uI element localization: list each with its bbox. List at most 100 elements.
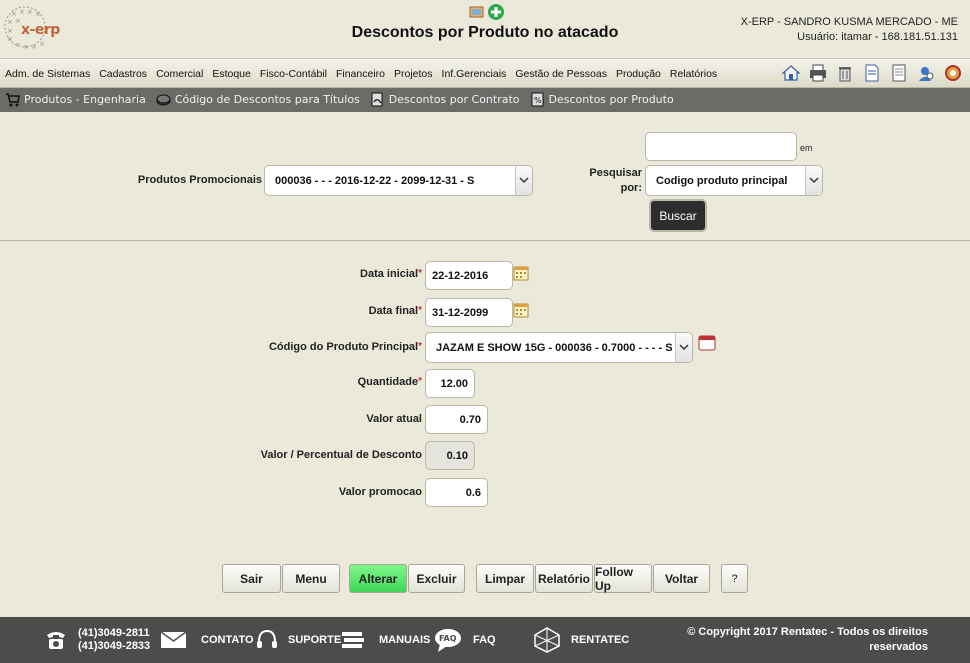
codigo-produto-value: JAZAM E SHOW 15G - 000036 - 0.7000 - - -… (436, 341, 673, 354)
contato-label: CONTATO (201, 634, 254, 646)
headset-icon (257, 629, 277, 648)
codigo-produto-select[interactable]: JAZAM E SHOW 15G - 000036 - 0.7000 - - -… (425, 332, 693, 363)
promo-products-value: 000036 - - - 2016-12-22 - 2099-12-31 - S (275, 174, 475, 187)
quantidade-label: Quantidade* (200, 376, 422, 388)
help-button[interactable]: ? (721, 564, 748, 593)
action-bar-middle: Alterar Excluir (349, 564, 466, 593)
books-icon (342, 632, 364, 648)
action-bar-help: ? (721, 564, 749, 593)
search-by-value: Codigo produto principal (656, 174, 788, 187)
limpar-button[interactable]: Limpar (476, 564, 534, 593)
menu-financeiro[interactable]: Financeiro (336, 68, 385, 80)
toolbar-icons (782, 64, 962, 82)
rentatec-logo-icon (534, 627, 560, 653)
promo-products-select[interactable]: 000036 - - - 2016-12-22 - 2099-12-31 - S (264, 165, 533, 196)
product-lookup-icon[interactable] (698, 334, 716, 352)
data-inicial-input[interactable]: 22-12-2016 (425, 261, 513, 290)
printer-icon[interactable] (809, 64, 827, 82)
menu-button[interactable]: Menu (282, 564, 340, 593)
excluir-button[interactable]: Excluir (408, 564, 465, 593)
company-info: X-ERP - SANDRO KUSMA MERCADO - ME Usuári… (741, 15, 958, 45)
em-label: em (800, 143, 813, 153)
required-mark: * (418, 341, 422, 352)
notes-icon[interactable] (890, 64, 908, 82)
valor-promocao-label: Valor promocao (338, 486, 422, 498)
required-mark: * (418, 268, 422, 279)
valor-atual-label: Valor atual (366, 413, 422, 425)
search-by-select[interactable]: Codigo produto principal (645, 165, 823, 196)
chevron-down-icon[interactable] (515, 166, 532, 195)
codigo-produto-label: Código do Produto Principal* (200, 341, 422, 353)
menu-inf-gerenciais[interactable]: Inf.Gerenciais (442, 68, 507, 80)
chevron-down-icon[interactable] (805, 166, 822, 195)
home-icon[interactable] (782, 64, 800, 82)
action-bar-left: Sair Menu (222, 564, 341, 593)
sair-button[interactable]: Sair (222, 564, 281, 593)
svg-text:FAQ: FAQ (439, 634, 457, 643)
footer-manuais[interactable]: MANUAIS (340, 617, 430, 663)
menu-projetos[interactable]: Projetos (394, 68, 433, 80)
footer-rentatec[interactable]: RENTATEC (533, 617, 629, 663)
contract-icon (371, 92, 383, 107)
svg-text:×: × (15, 41, 21, 49)
desconto-input: 0.10 (425, 441, 475, 470)
follow-up-button[interactable]: Follow Up (594, 564, 652, 593)
trash-icon[interactable] (836, 64, 854, 82)
svg-text:%: % (534, 96, 542, 105)
chevron-down-icon[interactable] (675, 333, 692, 362)
add-icon[interactable] (487, 3, 505, 21)
valor-promocao-input[interactable]: 0.6 (425, 478, 488, 507)
money-icon (156, 94, 171, 106)
menu-relatorios[interactable]: Relatórios (670, 68, 717, 80)
search-by-label-line2: por: (620, 182, 642, 194)
footer-phones: (41)3049-2811 (41)3049-2833 (44, 617, 150, 663)
footer: (41)3049-2811 (41)3049-2833 CONTATO SUPO… (0, 617, 970, 663)
footer-suporte[interactable]: SUPORTE (255, 617, 341, 663)
header-icons (469, 3, 505, 21)
data-final-text: Data final (368, 305, 419, 317)
submenu-descontos-produto[interactable]: % Descontos por Produto (530, 92, 674, 107)
search-by-label-line1: Pesquisar (589, 167, 642, 179)
submenu-descontos-contrato[interactable]: Descontos por Contrato (370, 92, 520, 107)
users-icon[interactable] (917, 64, 935, 82)
menu-gestao-pessoas[interactable]: Gestão de Pessoas (515, 68, 607, 80)
valor-atual-input[interactable]: 0.70 (425, 405, 488, 434)
search-input[interactable] (645, 132, 797, 161)
menu-estoque[interactable]: Estoque (212, 68, 251, 80)
picture-icon[interactable] (469, 3, 485, 19)
submenu-codigo-descontos-titulos[interactable]: Código de Descontos para Títulos (156, 92, 360, 107)
data-final-input[interactable]: 31-12-2099 (425, 298, 513, 327)
cart-icon (6, 93, 20, 107)
desconto-label: Valor / Percentual de Desconto (260, 449, 422, 461)
alterar-button[interactable]: Alterar (349, 564, 407, 593)
footer-faq[interactable]: FAQ FAQ (434, 617, 496, 663)
required-mark: * (418, 305, 422, 316)
menu-producao[interactable]: Produção (616, 68, 661, 80)
header: × × × × × × × × × × × × x-erp Descontos por Produ… (0, 0, 970, 58)
data-inicial-text: Data inicial (360, 268, 419, 280)
document-icon[interactable] (863, 64, 881, 82)
section-divider (0, 240, 970, 241)
svg-text:×: × (27, 8, 33, 16)
voltar-button[interactable]: Voltar (653, 564, 710, 593)
quantidade-input[interactable]: 12.00 (425, 369, 475, 398)
user-info: Usuário: itamar - 168.181.51.131 (797, 31, 958, 43)
rentatec-label: RENTATEC (571, 634, 630, 646)
menu-comercial[interactable]: Comercial (156, 68, 203, 80)
relatorio-button[interactable]: Relatório (535, 564, 593, 593)
search-button[interactable]: Buscar (649, 199, 707, 232)
footer-copyright: © Copyright 2017 Rentatec - Todos os dir… (687, 617, 928, 663)
svg-text:×: × (35, 10, 41, 18)
submenu-label: Descontos por Produto (548, 93, 674, 106)
calendar-icon[interactable] (513, 302, 529, 318)
company-name: X-ERP - SANDRO KUSMA MERCADO - ME (740, 16, 958, 28)
submenu-produtos-engenharia[interactable]: Produtos - Engenharia (5, 92, 146, 107)
calendar-icon[interactable] (513, 265, 529, 281)
menu-cadastros[interactable]: Cadastros (99, 68, 147, 80)
codigo-produto-text: Código do Produto Principal (268, 341, 419, 353)
submenu: Produtos - Engenharia Código de Desconto… (0, 88, 970, 112)
footer-contato[interactable]: CONTATO (160, 617, 254, 663)
support-icon[interactable] (944, 64, 962, 82)
menu-fisco-contabil[interactable]: Fisco-Contábil (260, 68, 327, 80)
menu-adm-sistemas[interactable]: Adm. de Sistemas (5, 68, 90, 80)
